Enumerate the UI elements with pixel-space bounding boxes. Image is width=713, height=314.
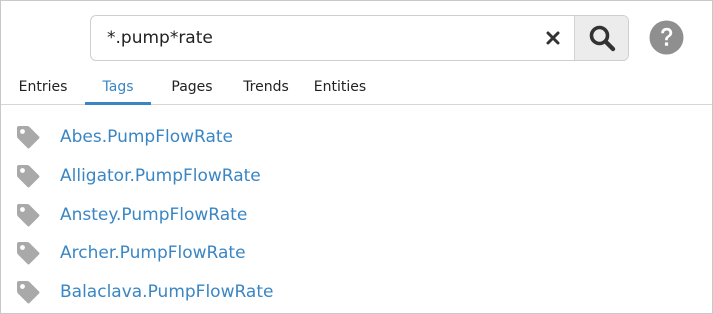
tag-icon <box>17 281 40 304</box>
list-item: Anstey.PumpFlowRate <box>15 200 675 230</box>
search-button[interactable] <box>574 16 628 60</box>
tag-link[interactable]: Abes.PumpFlowRate <box>60 127 233 147</box>
list-item: Archer.PumpFlowRate <box>15 238 675 268</box>
tab-label: Tags <box>102 79 134 95</box>
close-icon <box>546 31 560 45</box>
tab-label: Pages <box>171 79 213 95</box>
tab-entities[interactable]: Entities <box>307 71 373 103</box>
tab-label: Entries <box>18 79 68 95</box>
help-button[interactable] <box>649 20 684 55</box>
list-item: Alligator.PumpFlowRate <box>15 161 675 191</box>
tag-icon <box>17 242 40 265</box>
tag-link[interactable]: Anstey.PumpFlowRate <box>60 205 247 225</box>
search-input[interactable] <box>91 16 531 60</box>
tab-entries[interactable]: Entries <box>13 71 73 103</box>
search-icon <box>589 25 616 52</box>
list-item: Abes.PumpFlowRate <box>15 122 675 152</box>
tab-tags[interactable]: Tags <box>85 71 151 105</box>
tab-trends[interactable]: Trends <box>235 71 297 103</box>
tab-label: Entities <box>313 79 367 95</box>
tag-link[interactable]: Archer.PumpFlowRate <box>60 243 246 263</box>
tab-pages[interactable]: Pages <box>163 71 221 103</box>
tab-label: Trends <box>243 79 289 95</box>
clear-button[interactable] <box>532 16 574 60</box>
tab-bar: Entries Tags Pages Trends Entities <box>1 71 712 105</box>
search-bar <box>90 15 629 61</box>
help-icon <box>649 20 684 55</box>
tag-icon <box>17 204 40 227</box>
tag-icon <box>17 126 40 149</box>
search-panel: Entries Tags Pages Trends Entities Abes.… <box>0 0 713 314</box>
tag-link[interactable]: Alligator.PumpFlowRate <box>60 166 261 186</box>
tag-link[interactable]: Balaclava.PumpFlowRate <box>60 282 273 302</box>
list-item: Balaclava.PumpFlowRate <box>15 277 675 307</box>
tag-icon <box>17 165 40 188</box>
